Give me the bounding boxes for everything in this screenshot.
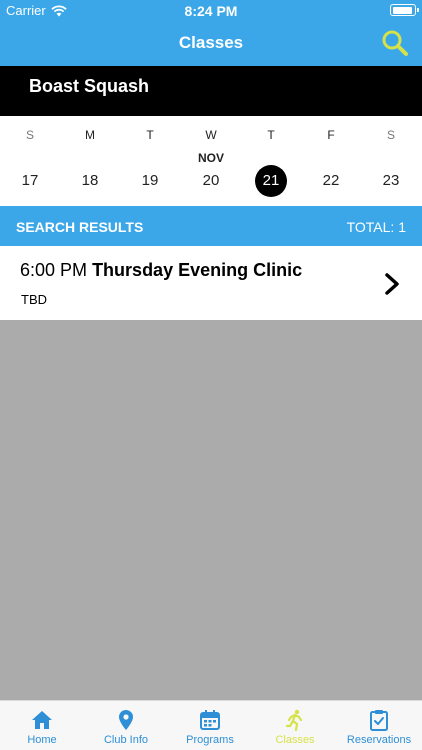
tab-label: Programs	[186, 734, 234, 746]
club-banner: Boast Squash	[0, 66, 422, 116]
day-number: 19	[141, 172, 159, 189]
search-results-header: SEARCH RESULTS TOTAL: 1	[0, 206, 422, 246]
tab-home[interactable]: Home	[0, 701, 84, 750]
day-letter: F	[327, 128, 335, 142]
tab-programs[interactable]: Programs	[168, 701, 252, 750]
day-letter: W	[205, 128, 217, 142]
class-location: TBD	[21, 292, 47, 307]
week-calendar: S 17 M 18 T 19 W 20 T 21 F 22 S 23 NOV	[0, 116, 422, 206]
calendar-icon	[200, 710, 220, 730]
day-number: 17	[21, 172, 39, 189]
battery-icon	[390, 4, 419, 16]
day-letter: M	[85, 128, 95, 142]
class-name: Thursday Evening Clinic	[92, 260, 303, 280]
search-icon	[382, 30, 408, 56]
status-bar: Carrier 8:24 PM	[0, 0, 422, 22]
day-letter: T	[146, 128, 154, 142]
results-label: SEARCH RESULTS	[16, 219, 144, 235]
day-number-selected: 21	[241, 165, 301, 197]
tab-label: Reservations	[346, 734, 412, 746]
day-letter: S	[25, 128, 34, 142]
app-header: Carrier 8:24 PM Classes	[0, 0, 422, 66]
tab-label: Classes	[275, 734, 315, 746]
page-title: Classes	[178, 33, 244, 52]
tab-label: Club Info	[103, 734, 149, 746]
runner-icon	[285, 709, 303, 731]
class-list-item[interactable]: 6:00 PM Thursday Evening Clinic TBD	[0, 246, 422, 320]
class-time: 6:00 PM	[20, 260, 88, 280]
day-letter: T	[267, 128, 275, 142]
status-time: 8:24 PM	[184, 3, 238, 19]
tab-label: Home	[27, 734, 57, 746]
selected-day-number: 21	[262, 172, 280, 189]
day-number: 23	[382, 172, 400, 189]
tab-classes[interactable]: Classes	[253, 701, 337, 750]
home-icon	[32, 711, 52, 729]
calendar-month: NOV	[197, 151, 224, 165]
day-number: 18	[81, 172, 99, 189]
day-letter: S	[386, 128, 395, 142]
tab-reservations[interactable]: Reservations	[337, 701, 421, 750]
clipboard-check-icon	[370, 710, 388, 731]
club-name: Boast Squash	[29, 76, 150, 96]
day-number: 20	[202, 172, 220, 189]
search-button[interactable]	[380, 28, 410, 58]
results-total: TOTAL: 1	[346, 219, 406, 235]
class-title-line: 6:00 PM Thursday Evening Clinic	[20, 260, 302, 281]
tab-club-info[interactable]: Club Info	[84, 701, 168, 750]
chevron-right-icon	[385, 273, 399, 295]
tab-bar: Home Club Info Programs Classes Reservat…	[0, 700, 422, 750]
location-pin-icon	[119, 710, 133, 730]
day-number: 22	[322, 172, 340, 189]
